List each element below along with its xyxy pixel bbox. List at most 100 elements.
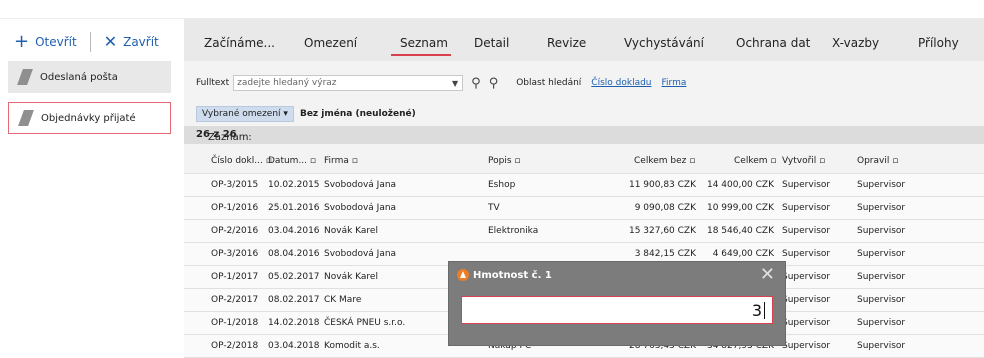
search-area-company[interactable]: Firma <box>662 78 687 88</box>
fulltext-input[interactable]: zadejte hledaný výraz ▼ <box>233 75 464 91</box>
tab-x-vazby[interactable]: X-vazby <box>832 36 879 50</box>
table-cell: Supervisor <box>782 226 831 236</box>
table-header: Číslo dokl... ▫ Datum... ▫ Firma ▫ Popis… <box>184 149 984 174</box>
search-clear-icon[interactable]: ⚲ <box>489 77 499 90</box>
table-cell: Komodit a.s. <box>324 341 380 351</box>
top-strip <box>0 0 984 19</box>
col-header-datum[interactable]: Datum... ▫ <box>268 156 316 166</box>
weight-input[interactable]: 3 <box>461 296 773 324</box>
table-cell: Supervisor <box>782 341 831 351</box>
table-cell: OP-3/2016 <box>211 249 259 259</box>
table-cell: 05.02.2017 <box>268 272 320 282</box>
table-row[interactable]: OP-2/2016 03.04.2016 Novák Karel Elektronik… <box>184 220 984 243</box>
table-cell: Supervisor <box>857 295 906 305</box>
app-logo-icon <box>457 269 469 281</box>
table-cell: Supervisor <box>857 318 906 328</box>
main-content: Začínáme... Omezení Seznam Detail Revize… <box>184 19 984 358</box>
close-button[interactable]: Zavřít <box>123 35 159 49</box>
table-cell: 14.02.2018 <box>268 318 320 328</box>
fulltext-bar: Fulltext zadejte hledaný výraz ▼ ⚲ ⚲ Obl… <box>196 75 686 91</box>
tab-vychystavani[interactable]: Vychystávání <box>624 36 704 50</box>
table-cell: Svobodová Jana <box>324 249 397 259</box>
col-header-vytvoril[interactable]: Vytvořil ▫ <box>782 156 825 166</box>
selected-filter-bar: Vybrané omezení ▾ Bez jména (neuložené) <box>196 106 416 122</box>
table-cell: Supervisor <box>782 318 831 328</box>
dialog-close-icon[interactable]: ✕ <box>760 264 775 285</box>
table-cell: Supervisor <box>857 203 906 213</box>
table-cell: Supervisor <box>857 341 906 351</box>
weight-value: 3 <box>751 301 762 320</box>
table-cell: Supervisor <box>782 249 831 259</box>
table-cell: 3 842,15 CZK <box>634 249 696 259</box>
record-count: Záznam: 26 z 26 <box>196 129 252 143</box>
table-cell: Svobodová Jana <box>324 180 397 190</box>
fulltext-placeholder: zadejte hledaný výraz <box>237 78 337 88</box>
separator <box>89 32 91 52</box>
table-cell: Supervisor <box>857 249 906 259</box>
table-cell: 14 400,00 CZK <box>706 180 774 190</box>
search-area-label: Oblast hledání <box>516 78 582 88</box>
col-header-opravil[interactable]: Opravil ▫ <box>857 156 898 166</box>
table-cell: 4 649,00 CZK <box>712 249 774 259</box>
tab-ochrana-dat[interactable]: Ochrana dat <box>736 36 810 50</box>
table-cell: Novák Karel <box>324 272 378 282</box>
table-cell: Supervisor <box>782 295 831 305</box>
left-panel: + Otevřít ✕ Zavřít Odeslaná pošta Objedn… <box>0 19 180 345</box>
tab-revize[interactable]: Revize <box>547 36 586 50</box>
selected-filter-button[interactable]: Vybrané omezení ▾ <box>196 106 294 122</box>
table-cell: 25.01.2016 <box>268 203 320 213</box>
table-cell: 03.04.2016 <box>268 226 320 236</box>
table-cell: 15 327,60 CZK <box>628 226 696 236</box>
tab-seznam[interactable]: Seznam <box>400 36 448 50</box>
search-area-doc-number[interactable]: Číslo dokladu <box>591 78 651 88</box>
tab-prilohy[interactable]: Přílohy <box>918 36 959 50</box>
table-row[interactable]: OP-1/2016 25.01.2016 Svobodová Jana TV 9 090… <box>184 197 984 220</box>
table-cell: Supervisor <box>857 272 906 282</box>
filter-name: Bez jména (neuložené) <box>299 109 416 119</box>
active-tab-indicator <box>391 54 451 56</box>
table-cell: Svobodová Jana <box>324 203 397 213</box>
table-cell: OP-1/2018 <box>211 318 259 328</box>
left-item-odeslana-posta[interactable]: Odeslaná pošta <box>8 61 171 93</box>
table-row[interactable]: OP-3/2015 10.02.2015 Svobodová Jana Eshop 11… <box>184 174 984 197</box>
record-count-bar: Záznam: 26 z 26 <box>184 126 984 144</box>
table-cell: 11 900,83 CZK <box>628 180 696 190</box>
col-header-popis[interactable]: Popis ▫ <box>488 156 520 166</box>
open-button[interactable]: Otevřít <box>35 35 77 49</box>
table-cell: Elektronika <box>488 226 539 236</box>
dropdown-arrow-icon[interactable]: ▼ <box>452 79 458 88</box>
col-header-cislo[interactable]: Číslo dokl... ▫ <box>211 156 272 166</box>
tab-omezeni[interactable]: Omezení <box>304 36 357 50</box>
search-icon[interactable]: ⚲ <box>471 77 481 90</box>
tab-detail[interactable]: Detail <box>474 36 509 50</box>
close-icon[interactable]: ✕ <box>104 34 117 50</box>
table-cell: 03.04.2018 <box>268 341 320 351</box>
table-cell: OP-1/2016 <box>211 203 259 213</box>
table-cell: OP-2/2018 <box>211 341 259 351</box>
table-cell: Supervisor <box>857 226 906 236</box>
col-header-firma[interactable]: Firma ▫ <box>324 156 358 166</box>
table-cell: CK Mare <box>324 295 362 305</box>
agenda-icon <box>17 69 33 85</box>
table-cell: Supervisor <box>782 180 831 190</box>
left-item-objednavky-prijate[interactable]: Objednávky přijaté <box>8 102 171 134</box>
table-cell: OP-2/2016 <box>211 226 259 236</box>
table-cell: 10 999,00 CZK <box>706 203 774 213</box>
col-header-celkem-bez[interactable]: Celkem bez ▫ <box>634 156 695 166</box>
agenda-icon <box>18 110 34 126</box>
left-item-label: Objednávky přijaté <box>41 112 136 124</box>
left-item-label: Odeslaná pošta <box>40 71 118 83</box>
table-cell: TV <box>488 203 500 213</box>
tab-zaciname[interactable]: Začínáme... <box>204 36 275 50</box>
text-caret <box>764 302 765 319</box>
fulltext-label: Fulltext <box>196 78 230 88</box>
table-cell: 9 090,08 CZK <box>634 203 696 213</box>
table-cell: Supervisor <box>857 180 906 190</box>
plus-icon[interactable]: + <box>14 33 29 51</box>
col-header-celkem[interactable]: Celkem ▫ <box>734 156 777 166</box>
table-cell: Novák Karel <box>324 226 378 236</box>
table-cell: OP-2/2017 <box>211 295 259 305</box>
table-cell: 08.04.2016 <box>268 249 320 259</box>
tab-bar: Začínáme... Omezení Seznam Detail Revize… <box>184 19 984 61</box>
table-cell: 08.02.2017 <box>268 295 320 305</box>
